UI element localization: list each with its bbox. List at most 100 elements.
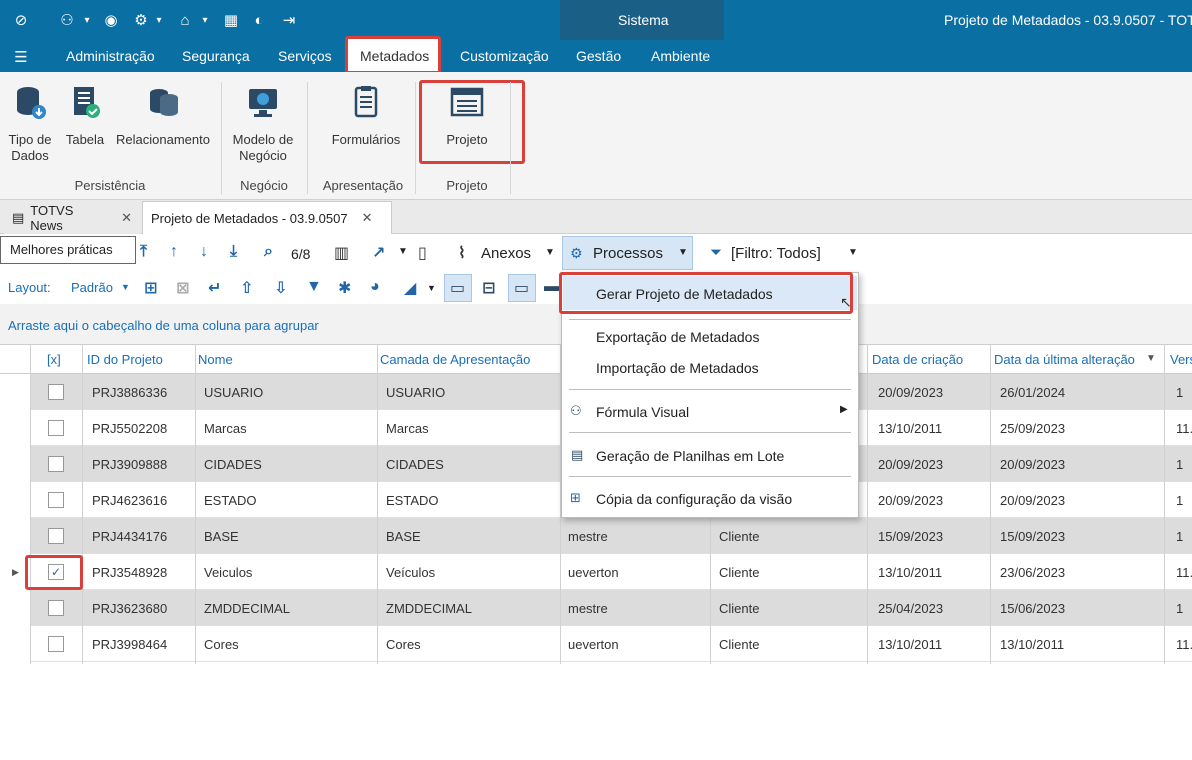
cell-versao[interactable]: 1: [1176, 457, 1183, 472]
cell-user[interactable]: mestre: [568, 601, 608, 616]
next-record-icon[interactable]: ↓: [200, 243, 208, 261]
menu-item-formula-visual[interactable]: Fórmula Visual: [596, 404, 689, 420]
cell-alteracao[interactable]: 15/09/2023: [1000, 529, 1065, 544]
cell-tipo[interactable]: Cliente: [719, 565, 759, 580]
move-up-icon[interactable]: ⇧: [240, 278, 253, 298]
home-icon[interactable]: ⌂: [174, 9, 196, 31]
cell-id[interactable]: PRJ4623616: [92, 493, 167, 508]
row-checkbox[interactable]: [48, 456, 64, 472]
menu-item-planilhas[interactable]: Geração de Planilhas em Lote: [596, 448, 784, 464]
first-record-icon[interactable]: ⤒: [140, 243, 147, 261]
column-header-id[interactable]: ID do Projeto: [87, 352, 163, 367]
cell-versao[interactable]: 1: [1176, 493, 1183, 508]
chevron-down-icon[interactable]: ▼: [848, 247, 858, 258]
cell-camada[interactable]: Cores: [386, 637, 421, 652]
enter-icon[interactable]: ↵: [208, 278, 221, 298]
tab-totvs-news[interactable]: ▤ TOTVS News ✕: [4, 201, 140, 234]
open-external-icon[interactable]: ↗: [372, 243, 385, 263]
cell-id[interactable]: PRJ5502208: [92, 421, 167, 436]
columns-icon[interactable]: ▥: [334, 243, 349, 263]
paperclip-icon[interactable]: ⌇: [458, 243, 466, 263]
cell-criacao[interactable]: 13/10/2011: [878, 421, 942, 436]
cell-versao[interactable]: 11.: [1176, 565, 1192, 580]
chevron-down-icon[interactable]: ▾: [194, 9, 216, 31]
row-checkbox[interactable]: [48, 384, 64, 400]
column-header-camada[interactable]: Camada de Apresentação: [380, 352, 530, 367]
prev-record-icon[interactable]: ↑: [170, 243, 178, 261]
last-record-icon[interactable]: ⤓: [230, 243, 237, 261]
panel-split-icon[interactable]: ⊟: [482, 278, 495, 298]
cell-tipo[interactable]: Cliente: [719, 601, 759, 616]
app-menu-icon[interactable]: ☰: [10, 46, 32, 68]
layout-select[interactable]: Padrão: [71, 280, 113, 295]
menu-item-importacao[interactable]: Importação de Metadados: [596, 360, 759, 376]
cell-criacao[interactable]: 13/10/2011: [878, 637, 942, 652]
cell-id[interactable]: PRJ3886336: [92, 385, 167, 400]
cell-alteracao[interactable]: 26/01/2024: [1000, 385, 1065, 400]
cell-user[interactable]: ueverton: [568, 565, 619, 580]
cell-nome[interactable]: Veiculos: [204, 565, 252, 580]
chevron-down-icon[interactable]: ▼: [121, 282, 130, 292]
column-header-nome[interactable]: Nome: [198, 352, 233, 367]
cell-versao[interactable]: 11.: [1176, 637, 1192, 652]
cell-tipo[interactable]: Cliente: [719, 529, 759, 544]
chart-icon[interactable]: ◢: [404, 278, 416, 298]
chevron-down-icon[interactable]: ▾: [148, 9, 170, 31]
row-checkbox[interactable]: [48, 420, 64, 436]
relacionamento-button[interactable]: Relacionamento: [114, 84, 212, 148]
pin-icon[interactable]: ✱: [338, 278, 351, 298]
search-icon[interactable]: ⌕: [264, 243, 273, 261]
cell-tipo[interactable]: Cliente: [719, 637, 759, 652]
tab-projeto-metadados[interactable]: Projeto de Metadados - 03.9.0507 ✕: [142, 201, 392, 234]
chevron-down-icon[interactable]: ▼: [678, 247, 688, 258]
cell-alteracao[interactable]: 20/09/2023: [1000, 457, 1065, 472]
cell-user[interactable]: mestre: [568, 529, 608, 544]
chevron-down-icon[interactable]: ▾: [76, 9, 98, 31]
menu-seguranca[interactable]: Segurança: [182, 48, 250, 64]
column-header-select[interactable]: [x]: [47, 352, 61, 367]
globe-icon[interactable]: ◐: [248, 9, 270, 31]
cell-criacao[interactable]: 20/09/2023: [878, 385, 943, 400]
menu-item-exportacao[interactable]: Exportação de Metadados: [596, 329, 759, 345]
modelo-de-negocio-button[interactable]: Modelo de Negócio: [228, 84, 298, 164]
row-checkbox[interactable]: [48, 600, 64, 616]
tipo-de-dados-button[interactable]: Tipo de Dados: [6, 84, 54, 164]
exit-icon[interactable]: ⇥: [278, 9, 300, 31]
cell-alteracao[interactable]: 23/06/2023: [1000, 565, 1065, 580]
cell-versao[interactable]: 1: [1176, 529, 1183, 544]
cell-camada[interactable]: Marcas: [386, 421, 429, 436]
power-icon[interactable]: ⊘: [10, 9, 32, 31]
column-header-criacao[interactable]: Data de criação: [872, 352, 963, 367]
calculator-icon[interactable]: ▦: [220, 9, 242, 31]
move-down-icon[interactable]: ⇩: [274, 278, 287, 298]
chevron-down-icon[interactable]: ▼: [545, 247, 555, 258]
row-checkbox[interactable]: [48, 528, 64, 544]
close-icon[interactable]: ✕: [362, 210, 373, 226]
cell-alteracao[interactable]: 20/09/2023: [1000, 493, 1065, 508]
panel-icon[interactable]: ▬: [544, 278, 560, 296]
cell-camada[interactable]: ESTADO: [386, 493, 439, 508]
column-header-alteracao[interactable]: Data da última alteração: [994, 352, 1135, 367]
paint-icon[interactable]: ▼: [306, 278, 322, 296]
cell-nome[interactable]: CIDADES: [204, 457, 262, 472]
cell-user[interactable]: ueverton: [568, 637, 619, 652]
menu-administracao[interactable]: Administração: [66, 48, 155, 64]
anexos-button[interactable]: Anexos: [481, 245, 531, 262]
cell-id[interactable]: PRJ4434176: [92, 529, 167, 544]
menu-gestao[interactable]: Gestão: [576, 48, 621, 64]
cell-criacao[interactable]: 15/09/2023: [878, 529, 943, 544]
tabela-button[interactable]: Tabela: [62, 84, 108, 148]
cell-criacao[interactable]: 20/09/2023: [878, 493, 943, 508]
cell-camada[interactable]: BASE: [386, 529, 421, 544]
cell-nome[interactable]: BASE: [204, 529, 239, 544]
column-header-versao[interactable]: Vers: [1170, 352, 1192, 367]
cell-alteracao[interactable]: 13/10/2011: [1000, 637, 1064, 652]
cell-nome[interactable]: Marcas: [204, 421, 247, 436]
menu-servicos[interactable]: Serviços: [278, 48, 332, 64]
cell-criacao[interactable]: 13/10/2011: [878, 565, 942, 580]
cell-camada[interactable]: CIDADES: [386, 457, 444, 472]
menu-ambiente[interactable]: Ambiente: [651, 48, 710, 64]
cell-id[interactable]: PRJ3909888: [92, 457, 167, 472]
cell-nome[interactable]: Cores: [204, 637, 239, 652]
row-checkbox[interactable]: [48, 636, 64, 652]
